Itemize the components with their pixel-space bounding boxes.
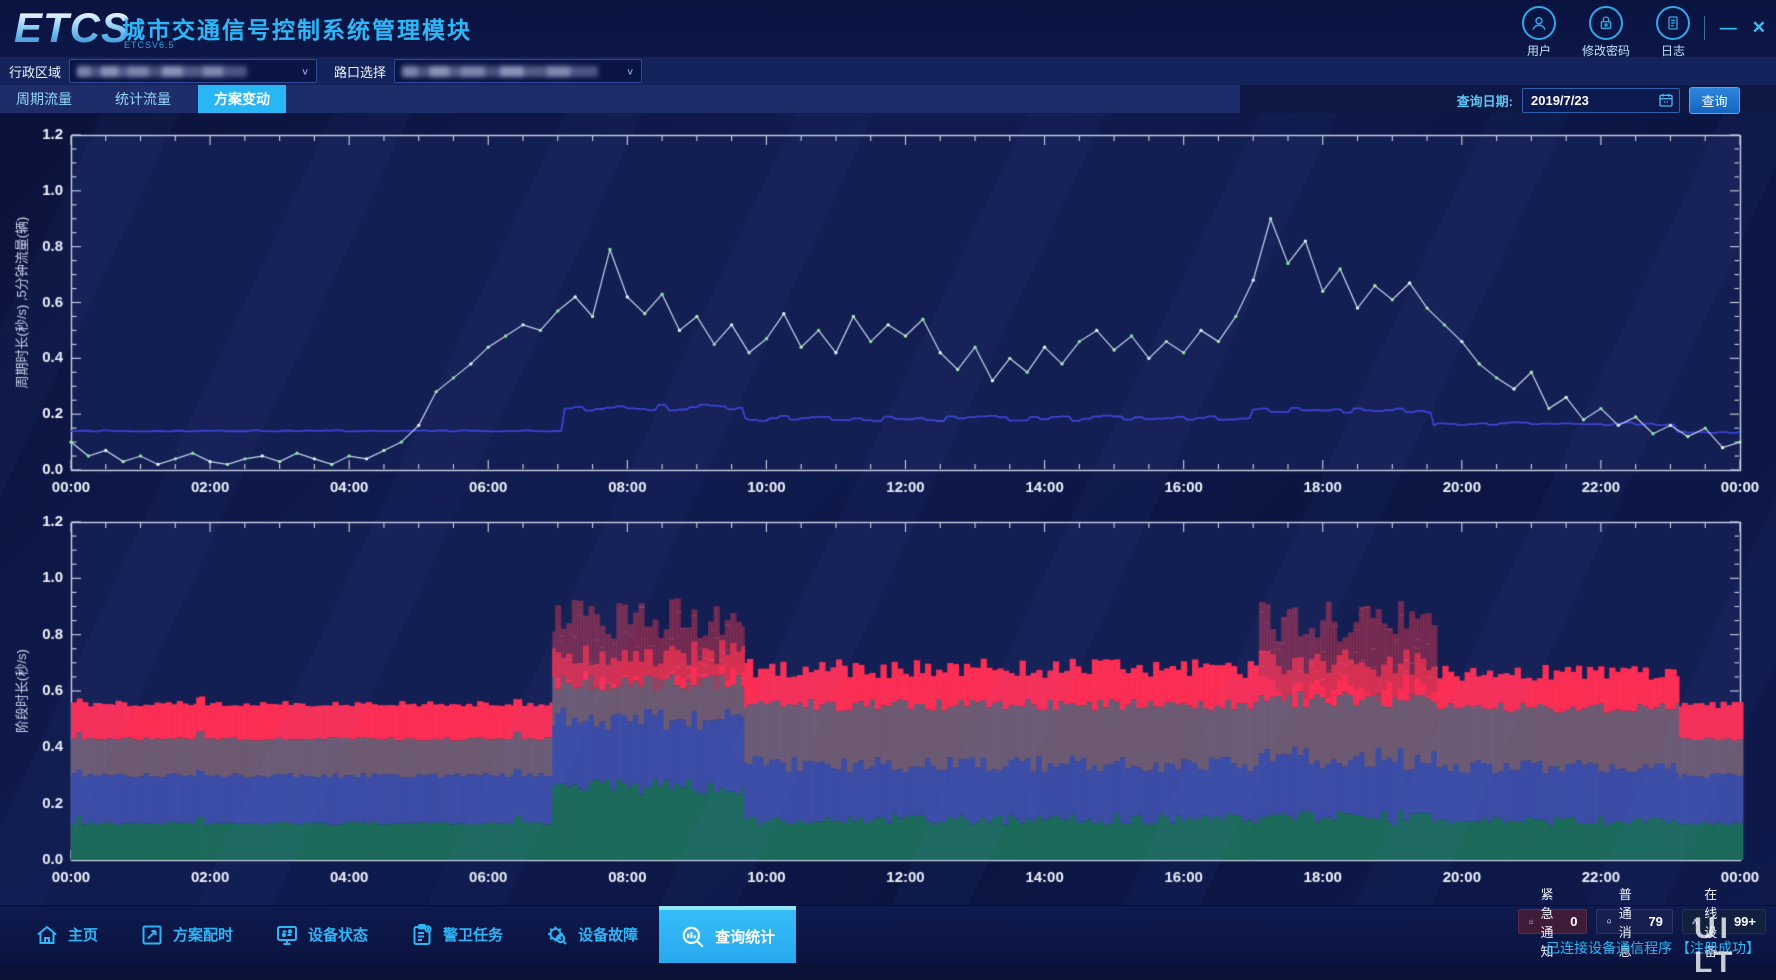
close-button[interactable]: ✕ <box>1752 16 1766 40</box>
titlebar: ETCS 城市交通信号控制系统管理模块 ETCSV6.5 用户 修改密码 日志 <box>0 0 1776 58</box>
user-button[interactable]: 用户 <box>1522 6 1556 59</box>
log-button[interactable]: 日志 <box>1656 6 1690 59</box>
query-date-label: 查询日期: <box>1457 91 1513 110</box>
nav-device-fault-label: 设备故障 <box>578 924 638 945</box>
window-divider <box>1704 16 1705 40</box>
nav-plan-timing-label: 方案配时 <box>173 924 233 945</box>
nav-item-device-status[interactable]: 设备状态 <box>254 906 389 963</box>
emergency-notice-badge[interactable]: 紧急通知 0 <box>1518 909 1587 934</box>
nav-item-plan-timing[interactable]: 方案配时 <box>119 906 254 963</box>
device-fault-icon <box>545 923 569 947</box>
chevron-down-icon: ∨ <box>301 66 309 76</box>
crossing-label: 路口选择 <box>334 62 386 81</box>
bell-icon <box>1606 914 1612 929</box>
window-controls: — ✕ <box>1704 16 1766 40</box>
lock-icon <box>1589 6 1623 40</box>
network-icon <box>1692 914 1698 929</box>
change-password-button[interactable]: 修改密码 <box>1582 6 1630 59</box>
tab-plan-change[interactable]: 方案变动 <box>198 85 286 113</box>
tab-statistic-flow[interactable]: 统计流量 <box>99 85 187 113</box>
plan-timing-icon <box>140 923 164 947</box>
crossing-select[interactable]: ∨ <box>394 59 642 83</box>
nav-query-stats-label: 查询统计 <box>715 926 775 947</box>
online-device-badge[interactable]: 在线设备 99+ <box>1682 909 1766 934</box>
region-select[interactable]: ∨ <box>69 59 317 83</box>
region-value-blurred <box>77 66 247 77</box>
siren-icon <box>1528 914 1534 929</box>
bottom-nav: 主页 方案配时 设备状态 警卫任务 设备故障 查询统计 <box>0 905 1776 963</box>
region-label: 行政区域 <box>9 62 61 81</box>
nav-device-status-label: 设备状态 <box>308 924 368 945</box>
app-version: ETCSV6.5 <box>124 40 175 50</box>
query-box: 查询日期: 2019/7/23 查询 <box>1457 87 1740 114</box>
calendar-icon[interactable] <box>1658 92 1674 113</box>
connection-status: 已连接设备通信程序 【注册成功】 <box>1546 938 1760 958</box>
nav-item-query-stats[interactable]: 查询统计 <box>659 906 796 963</box>
query-stats-icon <box>680 924 706 950</box>
crossing-value-blurred <box>402 66 598 77</box>
online-device-count: 99+ <box>1734 914 1756 929</box>
charts-canvas <box>0 113 1776 905</box>
filter-row: 行政区域 ∨ 路口选择 ∨ <box>0 57 1776 85</box>
tabs-container: 周期流量 统计流量 方案变动 <box>0 85 1240 113</box>
minimize-button[interactable]: — <box>1720 16 1737 40</box>
app-logo: ETCS <box>14 4 130 52</box>
query-date-input[interactable]: 2019/7/23 <box>1522 88 1680 113</box>
tab-cycle-flow[interactable]: 周期流量 <box>0 85 88 113</box>
nav-home-label: 主页 <box>68 924 98 945</box>
log-icon <box>1656 6 1690 40</box>
user-icon <box>1522 6 1556 40</box>
nav-item-home[interactable]: 主页 <box>14 906 119 963</box>
titlebar-actions: 用户 修改密码 日志 <box>1522 6 1690 59</box>
guard-task-icon <box>410 923 434 947</box>
message-count: 79 <box>1648 914 1662 929</box>
tab-row: 周期流量 统计流量 方案变动 查询日期: 2019/7/23 查询 <box>0 85 1776 113</box>
nav-item-device-fault[interactable]: 设备故障 <box>524 906 659 963</box>
home-icon <box>35 923 59 947</box>
device-status-icon <box>275 923 299 947</box>
query-date-value: 2019/7/23 <box>1523 93 1589 108</box>
nav-item-guard-task[interactable]: 警卫任务 <box>389 906 524 963</box>
nav-guard-task-label: 警卫任务 <box>443 924 503 945</box>
message-badge[interactable]: 普通消息 79 <box>1596 909 1672 934</box>
emergency-notice-count: 0 <box>1570 914 1577 929</box>
chevron-down-icon: ∨ <box>626 66 634 76</box>
status-badges: 紧急通知 0 普通消息 79 在线设备 99+ <box>1518 909 1766 934</box>
query-button[interactable]: 查询 <box>1689 87 1740 114</box>
